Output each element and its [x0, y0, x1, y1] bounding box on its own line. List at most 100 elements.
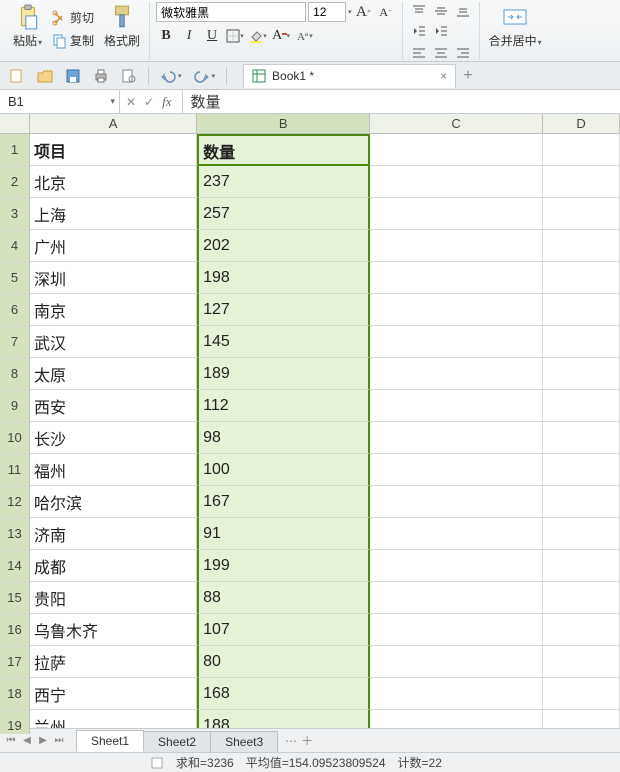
cell[interactable]	[370, 198, 543, 230]
row-header[interactable]: 10	[0, 422, 30, 454]
cell[interactable]: 广州	[30, 230, 197, 262]
spreadsheet-grid[interactable]: ABCD 12345678910111213141516171819 项目数量北…	[0, 114, 620, 734]
grow-font-button[interactable]: A⁺	[354, 2, 374, 22]
cell[interactable]: 深圳	[30, 262, 197, 294]
row-header[interactable]: 11	[0, 454, 30, 486]
row-header[interactable]: 14	[0, 550, 30, 582]
add-tab-button[interactable]: +	[458, 66, 478, 86]
cell[interactable]	[543, 518, 620, 550]
formula-input[interactable]: 数量	[183, 90, 620, 113]
cell[interactable]: 237	[197, 166, 370, 198]
name-box[interactable]: B1 ▾	[0, 90, 120, 113]
merge-center-button[interactable]: 合并居中▾	[486, 2, 545, 56]
row-header[interactable]: 7	[0, 326, 30, 358]
cell[interactable]	[543, 134, 620, 166]
cell[interactable]	[370, 646, 543, 678]
cell[interactable]	[370, 230, 543, 262]
cell[interactable]	[370, 550, 543, 582]
print-preview-button[interactable]	[118, 66, 140, 86]
cell[interactable]	[370, 454, 543, 486]
add-sheet-button[interactable]: ＋	[301, 732, 313, 749]
row-header[interactable]: 13	[0, 518, 30, 550]
cell[interactable]	[543, 230, 620, 262]
cell[interactable]: 太原	[30, 358, 197, 390]
open-button[interactable]	[34, 66, 56, 86]
cell[interactable]: 济南	[30, 518, 197, 550]
cell[interactable]	[370, 486, 543, 518]
cell[interactable]: 上海	[30, 198, 197, 230]
sheet-nav-last[interactable]: ⏭	[52, 735, 66, 746]
sheet-tab[interactable]: Sheet3	[210, 731, 278, 752]
accept-formula-button[interactable]: ✓	[144, 95, 154, 109]
cell[interactable]: 西宁	[30, 678, 197, 710]
save-button[interactable]	[62, 66, 84, 86]
print-button[interactable]	[90, 66, 112, 86]
cell[interactable]	[370, 294, 543, 326]
cell[interactable]: 哈尔滨	[30, 486, 197, 518]
cell[interactable]: 88	[197, 582, 370, 614]
cell[interactable]	[543, 166, 620, 198]
column-header-A[interactable]: A	[30, 114, 197, 134]
cell[interactable]: 项目	[30, 134, 197, 166]
close-tab-button[interactable]: ×	[440, 69, 447, 83]
fill-color-button[interactable]: ▾	[248, 26, 268, 46]
row-header[interactable]: 12	[0, 486, 30, 518]
row-header[interactable]: 19	[0, 710, 30, 734]
cell[interactable]	[543, 646, 620, 678]
row-header[interactable]: 15	[0, 582, 30, 614]
undo-button[interactable]: ▾	[157, 66, 185, 86]
format-painter-button[interactable]: 格式刷	[101, 2, 143, 56]
font-size-select[interactable]	[308, 2, 346, 22]
cell[interactable]	[543, 358, 620, 390]
cell[interactable]: 拉萨	[30, 646, 197, 678]
align-right-button[interactable]	[453, 44, 473, 62]
phonetic-guide-button[interactable]: Aª▾	[294, 26, 314, 46]
column-header-D[interactable]: D	[543, 114, 620, 134]
cell[interactable]	[370, 262, 543, 294]
cell[interactable]	[370, 582, 543, 614]
cell[interactable]: 168	[197, 678, 370, 710]
sheet-nav-prev[interactable]: ◀	[20, 735, 34, 746]
increase-indent-button[interactable]	[431, 22, 451, 40]
cell[interactable]	[370, 326, 543, 358]
decrease-indent-button[interactable]	[409, 22, 429, 40]
shrink-font-button[interactable]: A⁻	[376, 2, 396, 22]
align-left-button[interactable]	[409, 44, 429, 62]
cell[interactable]	[370, 422, 543, 454]
cell[interactable]	[543, 262, 620, 294]
font-family-select[interactable]	[156, 2, 306, 22]
row-header[interactable]: 9	[0, 390, 30, 422]
cell[interactable]: 100	[197, 454, 370, 486]
cell[interactable]: 199	[197, 550, 370, 582]
cut-button[interactable]: 剪切	[49, 7, 97, 28]
cell[interactable]: 202	[197, 230, 370, 262]
cell[interactable]: 乌鲁木齐	[30, 614, 197, 646]
copy-button[interactable]: 复制	[49, 30, 97, 51]
cell[interactable]: 成都	[30, 550, 197, 582]
sheet-list-button[interactable]: ⋯	[285, 734, 297, 748]
bold-button[interactable]: B	[156, 26, 176, 46]
cell[interactable]: 112	[197, 390, 370, 422]
row-header[interactable]: 16	[0, 614, 30, 646]
cell[interactable]: 91	[197, 518, 370, 550]
dropdown-icon[interactable]: ▾	[110, 96, 115, 107]
cell[interactable]: 贵阳	[30, 582, 197, 614]
cell[interactable]: 80	[197, 646, 370, 678]
paste-button[interactable]: 粘贴▾	[10, 2, 45, 56]
sheet-tab[interactable]: Sheet1	[76, 730, 144, 752]
column-header-C[interactable]: C	[370, 114, 543, 134]
cell[interactable]	[543, 294, 620, 326]
cell[interactable]	[543, 678, 620, 710]
row-header[interactable]: 1	[0, 134, 30, 166]
cell[interactable]: 167	[197, 486, 370, 518]
align-bottom-button[interactable]	[453, 2, 473, 20]
borders-button[interactable]: ▾	[225, 26, 245, 46]
cell[interactable]	[543, 582, 620, 614]
cell[interactable]: 北京	[30, 166, 197, 198]
column-header-B[interactable]: B	[197, 114, 370, 134]
font-color-button[interactable]: A▾	[271, 26, 291, 46]
underline-button[interactable]: U	[202, 26, 222, 46]
cell[interactable]: 福州	[30, 454, 197, 486]
row-header[interactable]: 8	[0, 358, 30, 390]
select-all-corner[interactable]	[0, 114, 30, 134]
